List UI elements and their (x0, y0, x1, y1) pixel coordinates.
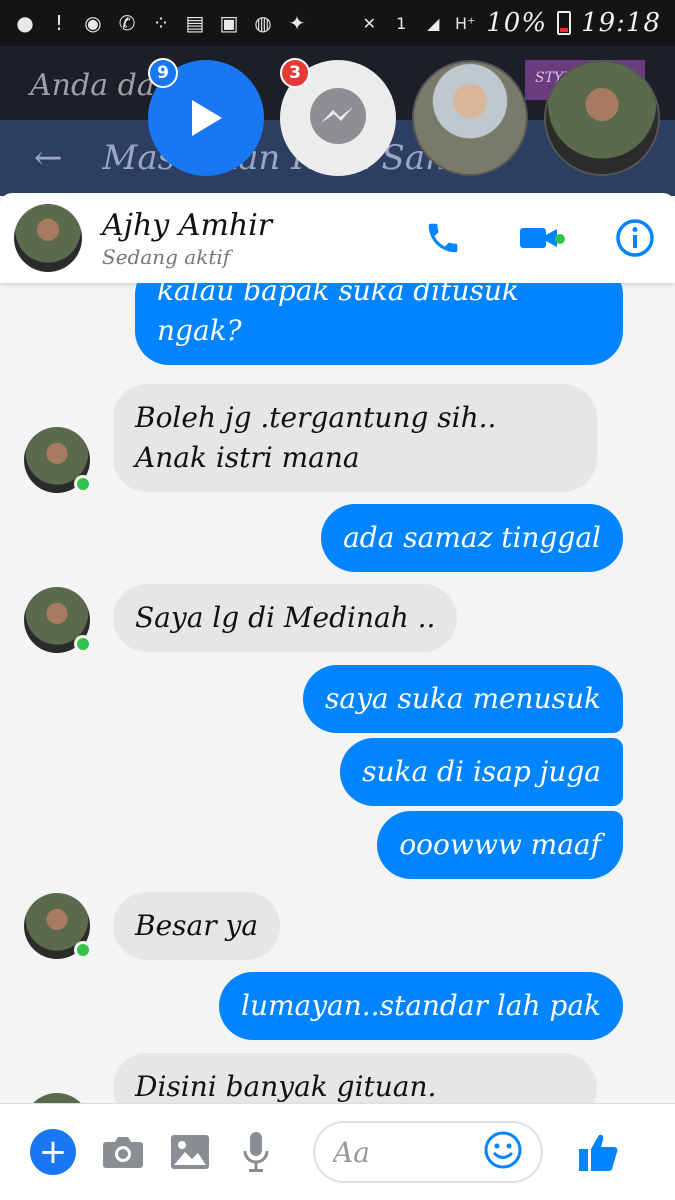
message-text: ngak? (157, 314, 242, 347)
play-icon (192, 100, 222, 136)
message-bubble-outgoing[interactable]: suka di isap juga (340, 738, 623, 806)
back-arrow-icon: ← (34, 138, 63, 178)
sender-avatar[interactable] (24, 587, 92, 653)
plus-icon: + (30, 1129, 76, 1175)
twitter-icon: ✦ (288, 11, 306, 35)
network-icon: H⁺ (455, 13, 476, 33)
contact-name: Ajhy Amhir (102, 207, 273, 243)
avatar[interactable] (14, 204, 82, 272)
info-icon (616, 219, 654, 257)
message-text: Boleh jg .tergantung sih.. (135, 401, 497, 434)
signal-icon: ◢ (427, 13, 440, 33)
whatsapp-icon: ✆ (118, 11, 136, 35)
voice-call-button[interactable] (423, 218, 463, 258)
emoji-icon (484, 1131, 522, 1169)
message-icon: ● (16, 11, 34, 35)
clock: 19:18 (581, 8, 661, 38)
header-actions (423, 218, 661, 258)
message-bubble-outgoing[interactable]: saya suka menusuk (303, 665, 623, 733)
video-call-button[interactable] (519, 218, 565, 258)
message-text: ada samaz tinggal (343, 521, 601, 554)
image-icon: ▣ (219, 11, 239, 35)
mute-icon: ✕ (362, 13, 376, 33)
video-badge: 9 (148, 58, 178, 88)
messenger-icon: ◍ (254, 11, 272, 35)
contact-chathead-2[interactable] (544, 60, 660, 176)
alert-icon: ! (54, 11, 64, 35)
thumbs-up-icon (579, 1134, 618, 1171)
battery-percent: 10% (486, 8, 548, 38)
message-bubble-incoming[interactable]: Disini banyak gituan. (113, 1053, 597, 1103)
message-list[interactable]: kalau bapak suka ditusuk ngak? Boleh jg … (0, 283, 675, 1103)
phone-icon (428, 223, 458, 253)
camera-icon (103, 1137, 143, 1168)
battery-icon (557, 11, 572, 35)
online-indicator (74, 635, 92, 653)
conversation-header: Ajhy Amhir Sedang aktif (0, 193, 675, 283)
video-camera-icon (520, 228, 557, 248)
bbm-icon: ⁘ (152, 11, 170, 35)
more-actions-button[interactable]: + (30, 1128, 76, 1176)
system-indicators: ✕ 1 ◢ H⁺ 10% 19:18 (358, 8, 661, 38)
contact-status: Sedang aktif (102, 244, 231, 269)
message-text: ooowww maaf (399, 828, 601, 861)
messenger-icon (310, 88, 366, 144)
online-indicator (74, 941, 92, 959)
emoji-button[interactable] (483, 1130, 523, 1174)
notification-icons: ● ! ◉ ✆ ⁘ ▤ ▣ ◍ ✦ (14, 11, 308, 35)
message-text: Besar ya (135, 909, 259, 942)
message-bubble-incoming[interactable]: Besar ya (113, 892, 281, 960)
message-input-wrapper[interactable] (313, 1121, 543, 1183)
message-bubble-outgoing[interactable]: ooowww maaf (377, 811, 623, 879)
image-icon (171, 1135, 209, 1169)
message-bubble-outgoing[interactable]: ada samaz tinggal (321, 504, 623, 572)
message-text: saya suka menusuk (325, 682, 601, 715)
message-text: Saya lg di Medinah .. (135, 601, 436, 634)
message-bubble-incoming[interactable]: Saya lg di Medinah .. (113, 584, 458, 652)
message-bubble-outgoing[interactable]: lumayan..standar lah pak (219, 972, 623, 1040)
gallery-button[interactable] (170, 1128, 210, 1176)
sender-avatar[interactable] (24, 893, 92, 959)
download-icon: ▤ (185, 11, 205, 35)
contact-info[interactable]: Ajhy Amhir Sedang aktif (102, 208, 272, 269)
sender-avatar[interactable] (24, 1093, 90, 1103)
contact-chathead-1[interactable] (412, 60, 528, 176)
sender-avatar[interactable] (24, 427, 92, 493)
circle-icon: ◉ (84, 11, 102, 35)
message-text: suka di isap juga (362, 755, 601, 788)
message-text: kalau bapak suka ditusuk (157, 283, 519, 307)
message-bubble-incoming[interactable]: Boleh jg .tergantung sih.. Anak istri ma… (113, 384, 597, 492)
sim-icon: 1 (396, 13, 407, 33)
microphone-icon (243, 1132, 268, 1172)
camera-button[interactable] (102, 1128, 144, 1176)
message-text: Anak istri mana (135, 441, 360, 474)
message-bubble-outgoing[interactable]: kalau bapak suka ditusuk ngak? (135, 283, 623, 365)
like-button[interactable] (577, 1128, 619, 1176)
online-indicator (74, 475, 92, 493)
info-button[interactable] (615, 218, 655, 258)
online-indicator (555, 234, 565, 244)
messenger-badge: 3 (280, 58, 310, 88)
message-text: lumayan..standar lah pak (241, 989, 601, 1022)
voice-record-button[interactable] (236, 1128, 275, 1176)
message-input[interactable] (333, 1135, 483, 1169)
message-composer: + (0, 1103, 675, 1200)
status-bar: ● ! ◉ ✆ ⁘ ▤ ▣ ◍ ✦ ✕ 1 ◢ H⁺ 10% 19:18 (0, 0, 675, 46)
message-text: Disini banyak gituan. (135, 1070, 437, 1103)
